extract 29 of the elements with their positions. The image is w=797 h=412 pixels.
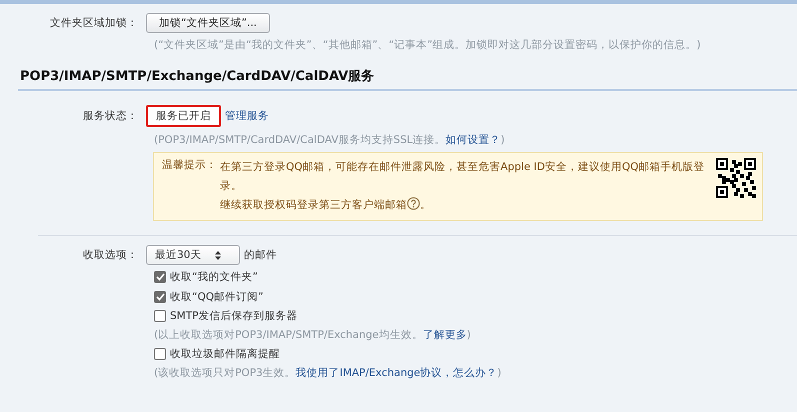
period-select[interactable]: 最近30天 — [146, 245, 240, 266]
help-link[interactable]: 了解更多 — [422, 328, 467, 341]
lock-button[interactable]: 加锁“文件夹区域”... — [146, 13, 270, 34]
field-label: 文件夹区域加锁： — [49, 16, 139, 30]
hint-text: (该收取选项只对POP3生效。我使用了IMAP/Exchange协议，怎么办？) — [154, 366, 502, 380]
status-text: 服务已开启 — [146, 104, 221, 128]
checkbox[interactable] — [154, 310, 166, 322]
hint-text: (“文件夹区域”是由“我的文件夹”、“其他邮箱”、“记事本”组成。加锁即对这几部分设置密码，以保护你的信息。) — [154, 38, 702, 52]
qr-code-icon — [716, 158, 756, 198]
checkbox[interactable] — [154, 348, 166, 360]
field-label: 收取选项： — [82, 248, 139, 262]
help-link[interactable]: 我使用了IMAP/Exchange协议，怎么办？ — [296, 367, 498, 380]
checkbox-option[interactable]: SMTP发信后保存到服务器 — [154, 308, 797, 323]
checkbox-option[interactable]: 收取“QQ邮件订阅” — [154, 290, 797, 304]
help-icon[interactable] — [407, 197, 420, 210]
checkbox[interactable] — [154, 290, 166, 303]
tip-label: 温馨提示： — [162, 159, 217, 172]
caret-icon — [215, 250, 222, 260]
section-title: POP3/IMAP/SMTP/Exchange/CardDAV/CalDAV服务 — [18, 68, 797, 91]
checkbox[interactable] — [154, 271, 166, 284]
suffix-text: 的邮件 — [244, 248, 277, 262]
help-link[interactable]: 如何设置？ — [446, 134, 501, 146]
hint-text: (以上收取选项对POP3/IMAP/SMTP/Exchange均生效。了解更多) — [154, 328, 472, 342]
field-label: 服务状态： — [82, 108, 139, 124]
checkbox-option[interactable]: 收取垃圾邮件隔离提醒 — [154, 347, 797, 362]
manage-link[interactable]: 管理服务 — [225, 108, 269, 124]
checkbox-option[interactable]: 收取“我的文件夹” — [154, 270, 797, 285]
hint-text: (POP3/IMAP/SMTP/CardDAV/CalDAV服务均支持SSL连接。如何设置？) — [154, 133, 506, 148]
tip-text: 在第三方登录QQ邮箱，可能存在邮件泄露风险，甚至危害Apple ID安全，建议使用QQ邮箱手机版登录。 继续获取授权码登录第三方客户端邮箱 。 — [220, 160, 706, 214]
